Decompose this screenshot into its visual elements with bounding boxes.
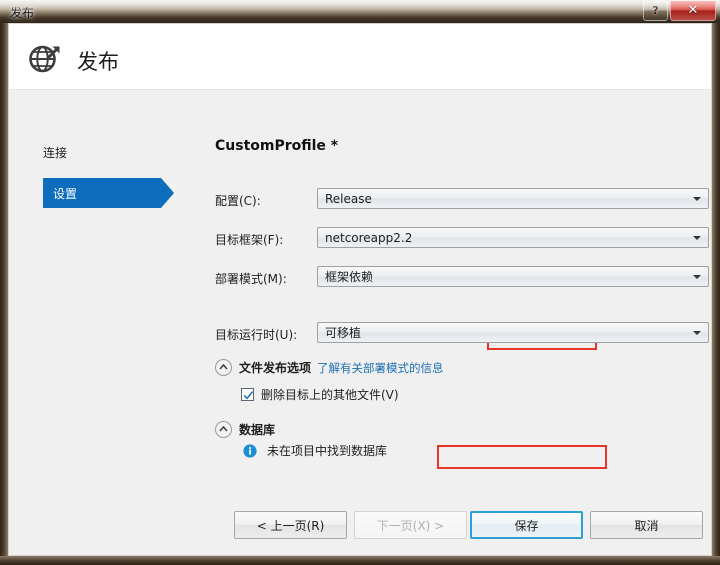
dialog-client-area: 发布 连接 设置 CustomProfile * 配置(C): Release … [8, 23, 712, 556]
deployment-mode-label: 部署模式(M): [215, 272, 287, 286]
deployment-mode-help-link[interactable]: 了解有关部署模式的信息 [317, 360, 444, 376]
chevron-up-icon[interactable] [215, 358, 232, 376]
previous-button[interactable]: < 上一页(R) [234, 511, 347, 539]
target-runtime-label: 目标运行时(U): [215, 328, 298, 342]
close-icon: ✕ [687, 3, 699, 18]
chevron-down-icon [693, 196, 701, 201]
close-button[interactable]: ✕ [670, 1, 716, 21]
configuration-label: 配置(C): [215, 194, 261, 208]
help-button[interactable]: ? [643, 1, 668, 21]
title-bar: 发布 ? ✕ [0, 0, 720, 23]
page-title: 发布 [77, 50, 119, 74]
file-publish-options-title: 文件发布选项 [239, 360, 312, 375]
section-databases[interactable]: 数据库 [215, 420, 275, 438]
help-icon: ? [652, 4, 659, 17]
databases-title: 数据库 [239, 422, 276, 437]
delete-existing-files-row[interactable]: 删除目标上的其他文件(V) [241, 386, 399, 403]
sidebar-item-settings[interactable]: 设置 [43, 178, 174, 208]
save-button[interactable]: 保存 [470, 511, 583, 539]
info-icon [243, 443, 257, 458]
target-framework-combobox[interactable]: netcoreapp2.2 [317, 227, 709, 248]
cancel-button[interactable]: 取消 [590, 511, 703, 539]
settings-pane: CustomProfile * 配置(C): Release 目标框架(F): … [191, 90, 711, 555]
sidebar: 连接 设置 [9, 90, 191, 555]
window-title: 发布 [10, 6, 35, 20]
chevron-down-icon [693, 235, 701, 240]
caption-button-group: ? ✕ [643, 1, 716, 21]
dialog-footer: < 上一页(R) 下一页(X) > 保存 取消 [9, 495, 711, 555]
chevron-down-icon [693, 330, 701, 335]
highlight-box-delete-existing-files [437, 445, 607, 469]
profile-name-title: CustomProfile * [215, 138, 339, 154]
target-runtime-value: 可移植 [325, 326, 362, 340]
delete-existing-files-checkbox[interactable] [241, 388, 254, 401]
next-button: 下一页(X) > [354, 511, 467, 539]
field-row-target-framework: 目标框架(F): netcoreapp2.2 [215, 227, 709, 249]
configuration-combobox[interactable]: Release [317, 188, 709, 209]
sidebar-item-connection[interactable]: 连接 [43, 144, 67, 160]
databases-info-text: 未在项目中找到数据库 [267, 444, 388, 458]
section-file-publish-options[interactable]: 文件发布选项 [215, 358, 311, 376]
deployment-mode-value: 框架依赖 [325, 270, 374, 284]
field-row-deployment-mode: 部署模式(M): 框架依赖 [215, 266, 709, 288]
deployment-mode-combobox[interactable]: 框架依赖 [317, 266, 709, 287]
databases-info-row: 未在项目中找到数据库 [243, 442, 387, 459]
target-runtime-combobox[interactable]: 可移植 [317, 322, 709, 343]
target-framework-value: netcoreapp2.2 [325, 230, 413, 245]
title-bar-gloss [0, 0, 720, 23]
field-row-configuration: 配置(C): Release [215, 188, 709, 210]
globe-publish-icon [25, 38, 65, 78]
window-frame-bottom [0, 556, 720, 565]
target-framework-label: 目标框架(F): [215, 233, 284, 247]
configuration-value: Release [325, 191, 372, 206]
dialog-header: 发布 [9, 24, 711, 90]
chevron-up-icon[interactable] [215, 420, 232, 438]
delete-existing-files-label: 删除目标上的其他文件(V) [261, 388, 399, 402]
window-frame-right [712, 22, 720, 565]
publish-dialog-window: 发布 ? ✕ 发布 连接 设置 CustomProfile * 配置(C): R… [0, 0, 720, 565]
field-row-target-runtime: 目标运行时(U): 可移植 [215, 322, 709, 344]
chevron-down-icon [693, 274, 701, 279]
window-frame-left [0, 22, 8, 565]
